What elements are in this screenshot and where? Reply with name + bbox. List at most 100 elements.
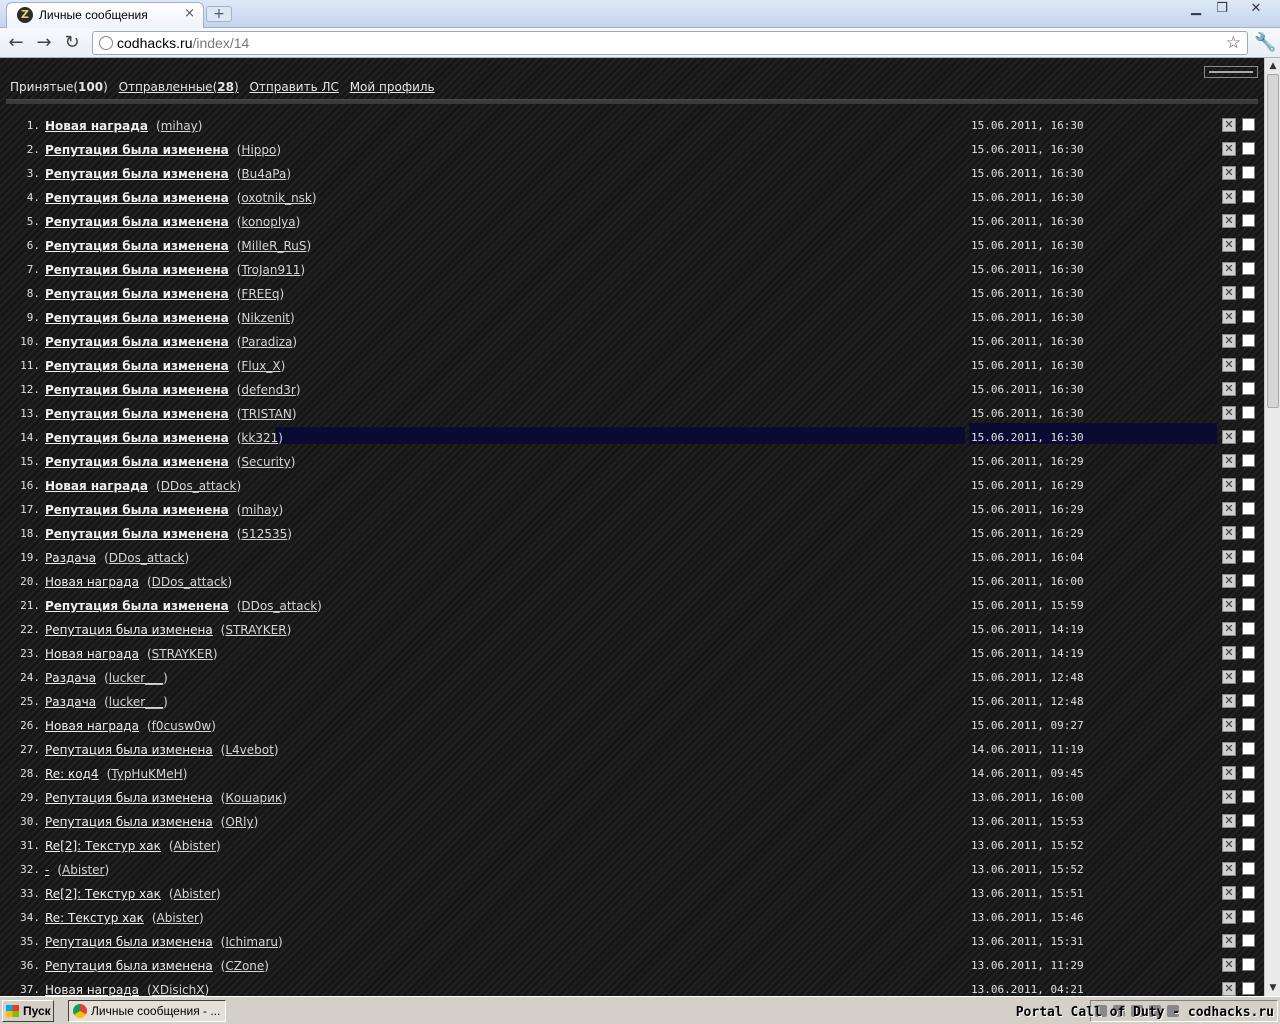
- select-checkbox[interactable]: [1242, 958, 1255, 971]
- message-title-link[interactable]: Re: код4: [45, 767, 99, 781]
- tab-active[interactable]: Z Личные сообщения ×: [6, 2, 204, 28]
- select-checkbox[interactable]: [1242, 622, 1255, 635]
- maximize-icon[interactable]: ❐: [1208, 0, 1236, 18]
- select-checkbox[interactable]: [1242, 766, 1255, 779]
- delete-icon[interactable]: ✕: [1222, 214, 1236, 228]
- select-checkbox[interactable]: [1242, 910, 1255, 923]
- sender-link[interactable]: Flux_X: [241, 359, 280, 373]
- delete-icon[interactable]: ✕: [1222, 382, 1236, 396]
- message-title-link[interactable]: Репутация была изменена: [45, 167, 229, 181]
- delete-icon[interactable]: ✕: [1222, 886, 1236, 900]
- select-checkbox[interactable]: [1242, 334, 1255, 347]
- new-tab-button[interactable]: +: [206, 6, 232, 22]
- delete-icon[interactable]: ✕: [1222, 406, 1236, 420]
- message-title-link[interactable]: Новая награда: [45, 479, 148, 493]
- message-title-link[interactable]: Репутация была изменена: [45, 431, 229, 445]
- taskbar-item-browser[interactable]: Личные сообщения - ...: [68, 1000, 226, 1022]
- select-checkbox[interactable]: [1242, 238, 1255, 251]
- message-title-link[interactable]: Репутация была изменена: [45, 239, 229, 253]
- sender-link[interactable]: Abister: [174, 887, 216, 901]
- delete-icon[interactable]: ✕: [1222, 766, 1236, 780]
- sender-link[interactable]: Кошарик: [225, 791, 282, 805]
- delete-icon[interactable]: ✕: [1222, 478, 1236, 492]
- select-checkbox[interactable]: [1242, 886, 1255, 899]
- message-title-link[interactable]: Репутация была изменена: [45, 743, 213, 757]
- scroll-thumb[interactable]: [1267, 74, 1279, 408]
- message-title-link[interactable]: Репутация была изменена: [45, 791, 213, 805]
- delete-icon[interactable]: ✕: [1222, 262, 1236, 276]
- delete-icon[interactable]: ✕: [1222, 334, 1236, 348]
- sender-link[interactable]: konoplya: [241, 215, 295, 229]
- sender-link[interactable]: TRISTAN: [241, 407, 291, 421]
- sender-link[interactable]: oxotnik_nsk: [241, 191, 311, 205]
- select-checkbox[interactable]: [1242, 838, 1255, 851]
- sender-link[interactable]: DDos_attack: [161, 479, 237, 493]
- message-title-link[interactable]: Репутация была изменена: [45, 143, 229, 157]
- sender-link[interactable]: ORly: [225, 815, 253, 829]
- sender-link[interactable]: STRAYKER: [225, 623, 286, 637]
- message-title-link[interactable]: Новая награда: [45, 719, 139, 733]
- select-checkbox[interactable]: [1242, 478, 1255, 491]
- select-checkbox[interactable]: [1242, 118, 1255, 131]
- message-title-link[interactable]: Раздача: [45, 551, 96, 565]
- message-title-link[interactable]: Репутация была изменена: [45, 359, 229, 373]
- sender-link[interactable]: 512535: [241, 527, 287, 541]
- select-checkbox[interactable]: [1242, 166, 1255, 179]
- delete-icon[interactable]: ✕: [1222, 646, 1236, 660]
- tab-close-icon[interactable]: ×: [184, 6, 195, 21]
- select-checkbox[interactable]: [1242, 814, 1255, 827]
- sender-link[interactable]: STRAYKER: [152, 647, 213, 661]
- scroll-down-icon[interactable]: ▼: [1265, 980, 1280, 996]
- delete-icon[interactable]: ✕: [1222, 982, 1236, 996]
- select-checkbox[interactable]: [1242, 190, 1255, 203]
- sender-link[interactable]: mihay: [241, 503, 278, 517]
- bookmark-star-icon[interactable]: ☆: [1226, 33, 1241, 53]
- message-title-link[interactable]: Раздача: [45, 671, 96, 685]
- delete-icon[interactable]: ✕: [1222, 166, 1236, 180]
- select-checkbox[interactable]: [1242, 862, 1255, 875]
- message-title-link[interactable]: Новая награда: [45, 575, 139, 589]
- select-checkbox[interactable]: [1242, 646, 1255, 659]
- sender-link[interactable]: DDos_attack: [241, 599, 317, 613]
- select-checkbox[interactable]: [1242, 310, 1255, 323]
- delete-icon[interactable]: ✕: [1222, 502, 1236, 516]
- select-checkbox[interactable]: [1242, 430, 1255, 443]
- message-title-link[interactable]: Новая награда: [45, 119, 148, 133]
- select-checkbox[interactable]: [1242, 454, 1255, 467]
- select-checkbox[interactable]: [1242, 382, 1255, 395]
- message-title-link[interactable]: Новая награда: [45, 647, 139, 661]
- sender-link[interactable]: Abister: [174, 839, 216, 853]
- address-bar[interactable]: codhacks.ru/index/14 ☆: [92, 31, 1248, 55]
- message-title-link[interactable]: Репутация была изменена: [45, 959, 213, 973]
- delete-icon[interactable]: ✕: [1222, 430, 1236, 444]
- sender-link[interactable]: Security: [241, 455, 290, 469]
- delete-icon[interactable]: ✕: [1222, 598, 1236, 612]
- select-checkbox[interactable]: [1242, 526, 1255, 539]
- message-title-link[interactable]: Репутация была изменена: [45, 599, 229, 613]
- select-checkbox[interactable]: [1242, 718, 1255, 731]
- sender-link[interactable]: Hippo: [241, 143, 276, 157]
- delete-icon[interactable]: ✕: [1222, 526, 1236, 540]
- minimize-icon[interactable]: ▁: [1182, 0, 1210, 18]
- sender-link[interactable]: Bu4aPa: [241, 167, 286, 181]
- message-title-link[interactable]: Репутация была изменена: [45, 815, 213, 829]
- sender-link[interactable]: Abister: [62, 863, 104, 877]
- delete-icon[interactable]: ✕: [1222, 814, 1236, 828]
- message-title-link[interactable]: Репутация была изменена: [45, 335, 229, 349]
- message-title-link[interactable]: Re: Текстур хак: [45, 911, 144, 925]
- select-checkbox[interactable]: [1242, 550, 1255, 563]
- sent-link[interactable]: Отправленные(28): [119, 80, 239, 94]
- message-title-link[interactable]: Репутация была изменена: [45, 191, 229, 205]
- message-title-link[interactable]: Репутация была изменена: [45, 455, 229, 469]
- sender-link[interactable]: Nikzenit: [241, 311, 290, 325]
- delete-icon[interactable]: ✕: [1222, 934, 1236, 948]
- delete-icon[interactable]: ✕: [1222, 838, 1236, 852]
- start-button[interactable]: Пуск: [2, 1000, 54, 1022]
- my-profile-link[interactable]: Мой профиль: [350, 80, 435, 94]
- delete-icon[interactable]: ✕: [1222, 910, 1236, 924]
- delete-icon[interactable]: ✕: [1222, 286, 1236, 300]
- select-checkbox[interactable]: [1242, 214, 1255, 227]
- delete-icon[interactable]: ✕: [1222, 142, 1236, 156]
- vertical-scrollbar[interactable]: ▲ ▼: [1264, 58, 1280, 996]
- sender-link[interactable]: DDos_attack: [152, 575, 228, 589]
